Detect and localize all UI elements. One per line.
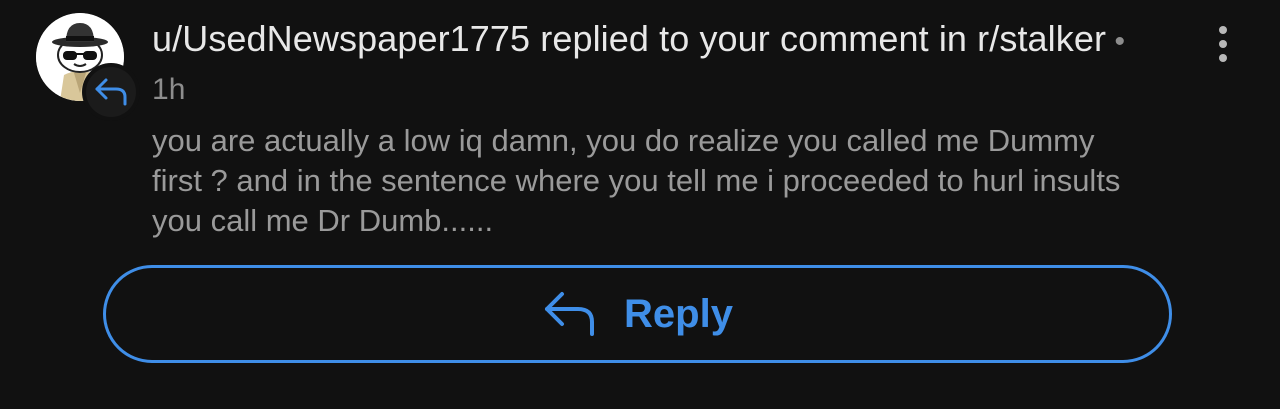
reply-badge [82, 63, 140, 121]
notification-title: u/UsedNewspaper1775 replied to your comm… [152, 16, 1162, 112]
kebab-dot [1219, 26, 1227, 34]
reply-button-label: Reply [624, 291, 733, 336]
reply-notification-card[interactable]: u/UsedNewspaper1775 replied to your comm… [0, 0, 1280, 409]
meta-separator: • [1106, 25, 1126, 58]
comment-body: you are actually a low iq damn, you do r… [152, 123, 1121, 238]
subreddit-link[interactable]: r/stalker [977, 18, 1106, 59]
reply-arrow-icon [95, 78, 127, 106]
more-options-button[interactable] [1203, 20, 1243, 68]
kebab-dot [1219, 40, 1227, 48]
notification-action-text: replied to your comment in [530, 18, 978, 59]
reply-button[interactable]: Reply [103, 265, 1172, 363]
username-link[interactable]: u/UsedNewspaper1775 [152, 18, 530, 59]
reply-arrow-icon [545, 292, 595, 336]
timestamp: 1h [152, 73, 186, 106]
kebab-dot [1219, 54, 1227, 62]
